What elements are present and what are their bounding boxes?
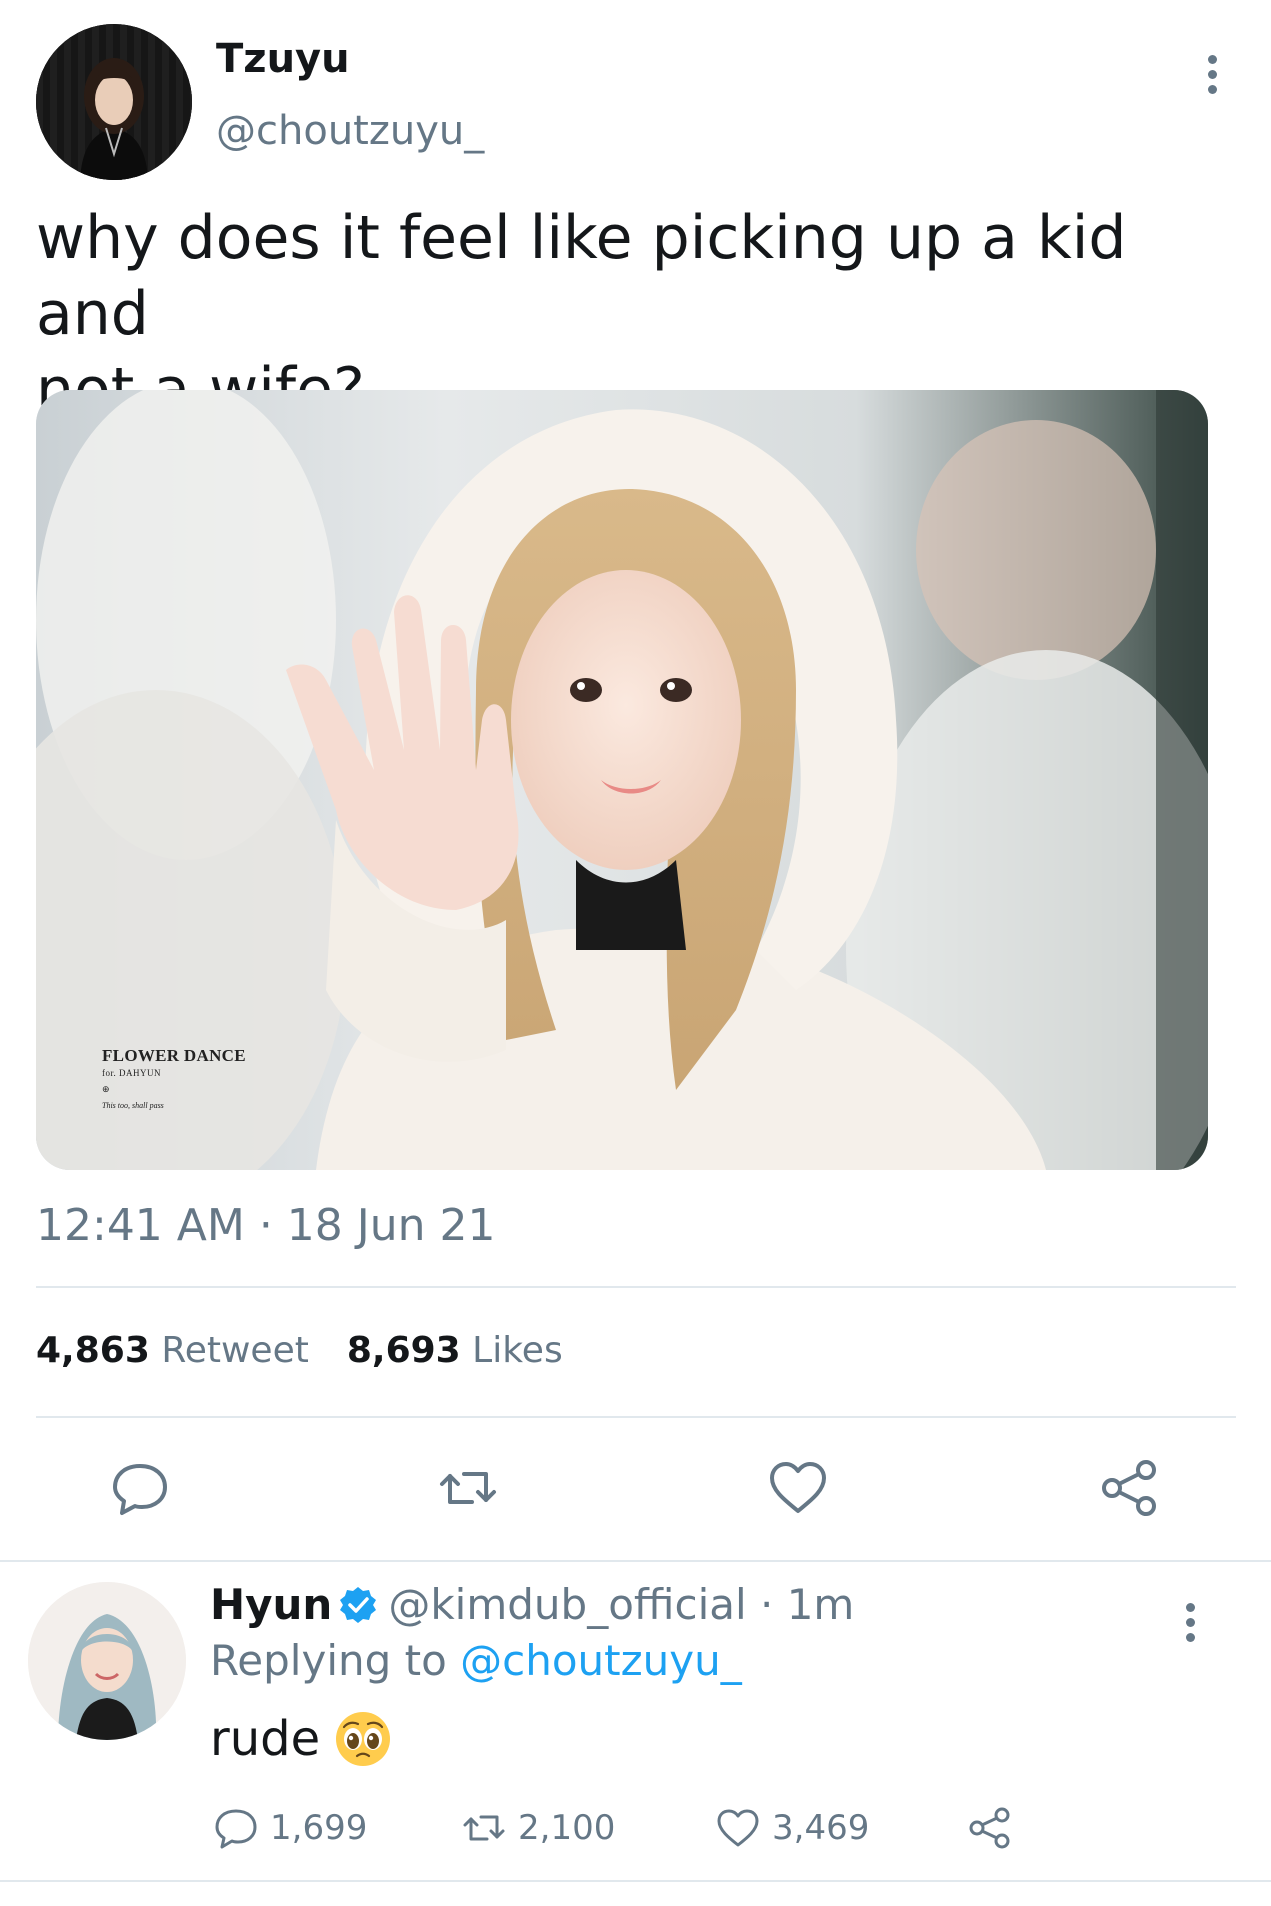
reply-icon[interactable] (108, 1456, 172, 1520)
reply-text-content: rude (210, 1711, 321, 1767)
reply-share-button[interactable] (966, 1802, 1014, 1854)
retweet-label: Retweet (161, 1330, 309, 1371)
share-icon[interactable] (1098, 1456, 1162, 1520)
author-handle[interactable]: @choutzuyu_ (216, 108, 484, 154)
reply-bottom-divider (0, 1880, 1271, 1882)
watermark-tagline: This too, shall pass (102, 1101, 164, 1110)
watermark-subtitle: for. DAHYUN (102, 1068, 161, 1078)
replying-to-link[interactable]: @choutzuyu_ (460, 1636, 742, 1685)
likes-count: 8,693 (346, 1330, 461, 1371)
tweet-stats: 4,863 Retweet 8,693 Likes (36, 1330, 563, 1371)
replying-to-prefix: Replying to (210, 1636, 461, 1685)
reply-author-avatar[interactable] (28, 1582, 186, 1740)
author-avatar[interactable] (36, 24, 192, 180)
reply-more-options-icon[interactable] (1170, 1592, 1210, 1652)
reply-author-name[interactable]: Hyun (210, 1580, 332, 1629)
like-count: 3,469 (772, 1808, 870, 1848)
tweet-separator (0, 1560, 1271, 1562)
retweet-stat[interactable]: 4,863 Retweet (36, 1330, 309, 1371)
replying-to: Replying to @choutzuyu_ (210, 1636, 742, 1685)
likes-stat[interactable]: 8,693 Likes (347, 1330, 563, 1371)
author-name[interactable]: Tzuyu (216, 36, 350, 82)
reply-icon (215, 1809, 257, 1849)
watermark-title: FLOWER DANCE (102, 1046, 246, 1065)
reply-header: Hyun @kimdub_official · 1m (210, 1580, 854, 1629)
retweet-count: 2,100 (518, 1808, 616, 1848)
verified-badge-icon (338, 1585, 378, 1625)
like-icon[interactable] (766, 1456, 830, 1520)
share-icon (969, 1807, 1010, 1849)
retweet-icon[interactable] (436, 1456, 500, 1520)
more-options-icon[interactable] (1192, 44, 1232, 104)
reply-reply-button[interactable]: 1,699 (212, 1802, 367, 1854)
pleading-face-emoji-icon (334, 1710, 392, 1768)
divider (36, 1416, 1236, 1418)
watermark-dot: ⊕ (102, 1084, 110, 1094)
reply-retweet-button[interactable]: 2,100 (460, 1802, 615, 1854)
divider (36, 1286, 1236, 1288)
tweet-media-image[interactable]: FLOWER DANCE for. DAHYUN ⊕ This too, sha… (36, 390, 1208, 1170)
reply-text: rude (210, 1710, 392, 1768)
likes-label: Likes (472, 1330, 563, 1371)
reply-author-handle[interactable]: @kimdub_official (388, 1580, 746, 1629)
reply-time: · 1m (746, 1580, 855, 1629)
main-tweet: Tzuyu @choutzuyu_ why does it feel like … (0, 0, 1271, 1562)
retweet-count: 4,863 (36, 1330, 150, 1371)
reply-count: 1,699 (270, 1808, 368, 1848)
tweet-timestamp[interactable]: 12:41 AM · 18 Jun 21 (36, 1200, 496, 1251)
reply-like-button[interactable]: 3,469 (714, 1802, 869, 1854)
retweet-icon (463, 1815, 505, 1841)
like-icon (717, 1809, 759, 1847)
media-watermark: FLOWER DANCE for. DAHYUN ⊕ This too, sha… (102, 1046, 246, 1110)
